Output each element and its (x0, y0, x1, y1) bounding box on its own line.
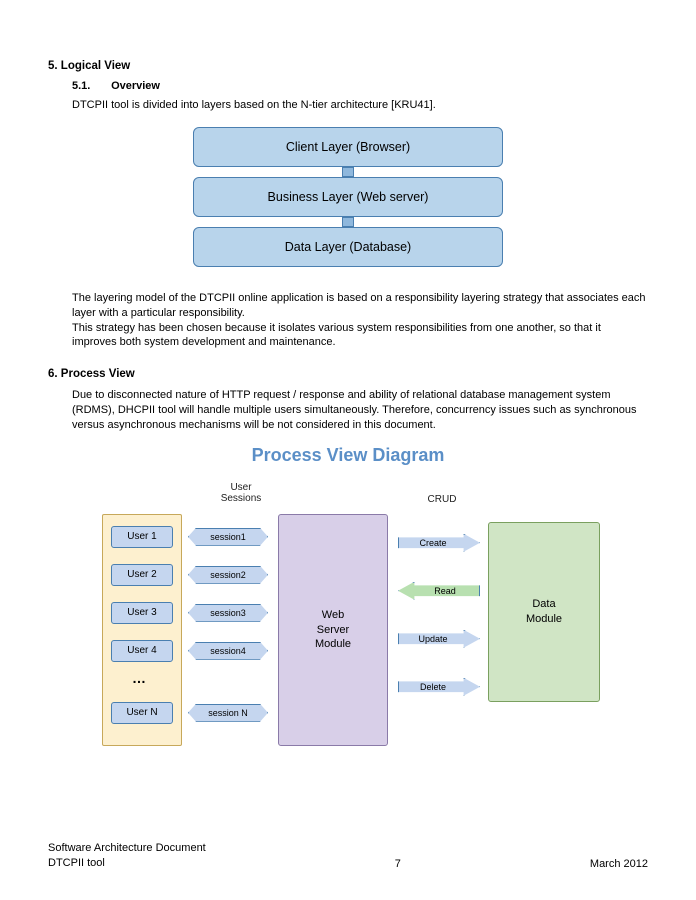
layer-business: Business Layer (Web server) (193, 177, 503, 217)
layer-data: Data Layer (Database) (193, 227, 503, 267)
session-n-arrow: session N (188, 704, 268, 722)
crud-label: CRUD (412, 494, 472, 505)
layer-connector-1 (342, 167, 354, 177)
footer-date: March 2012 (590, 858, 648, 870)
user-sessions-label: User Sessions (206, 482, 276, 504)
page-footer: Software Architecture Document DTCPII to… (48, 841, 648, 870)
footer-page-number: 7 (395, 858, 401, 870)
process-diagram-title: Process View Diagram (48, 445, 648, 466)
layer-connector-2 (342, 217, 354, 227)
user-3-box: User 3 (111, 602, 173, 624)
section-5-intro: DTCPII tool is divided into layers based… (72, 98, 648, 113)
user-dots: … (132, 670, 148, 686)
session-2-arrow: session2 (188, 566, 268, 584)
session-3-arrow: session3 (188, 604, 268, 622)
user-2-box: User 2 (111, 564, 173, 586)
section-5-heading: 5. Logical View (48, 60, 648, 72)
section-5-para1: The layering model of the DTCPII online … (72, 291, 648, 321)
footer-left: Software Architecture Document DTCPII to… (48, 841, 206, 870)
crud-update-arrow: Update (398, 630, 480, 648)
section-6-heading: 6. Process View (48, 368, 648, 380)
process-diagram: User Sessions CRUD User 1 User 2 User 3 … (88, 474, 608, 754)
section-5-title: Logical View (61, 60, 130, 72)
section-5-1-heading: 5.1. Overview (72, 80, 648, 92)
web-server-module: Web Server Module (278, 514, 388, 746)
user-1-box: User 1 (111, 526, 173, 548)
section-6-num: 6. (48, 368, 58, 380)
data-module: Data Module (488, 522, 600, 702)
crud-create-arrow: Create (398, 534, 480, 552)
session-4-arrow: session4 (188, 642, 268, 660)
layers-diagram: Client Layer (Browser) Business Layer (W… (193, 127, 503, 267)
section-6-para: Due to disconnected nature of HTTP reque… (72, 388, 648, 433)
session-1-arrow: session1 (188, 528, 268, 546)
crud-read-arrow: Read (398, 582, 480, 600)
footer-tool: DTCPII tool (48, 856, 206, 870)
section-6-title: Process View (61, 368, 135, 380)
section-5-num: 5. (48, 60, 58, 72)
section-5-1-num: 5.1. (72, 80, 108, 92)
section-5-1-title: Overview (111, 80, 160, 92)
crud-delete-arrow: Delete (398, 678, 480, 696)
layer-client: Client Layer (Browser) (193, 127, 503, 167)
user-n-box: User N (111, 702, 173, 724)
user-4-box: User 4 (111, 640, 173, 662)
section-5-para2: This strategy has been chosen because it… (72, 321, 648, 351)
footer-doc-title: Software Architecture Document (48, 841, 206, 855)
